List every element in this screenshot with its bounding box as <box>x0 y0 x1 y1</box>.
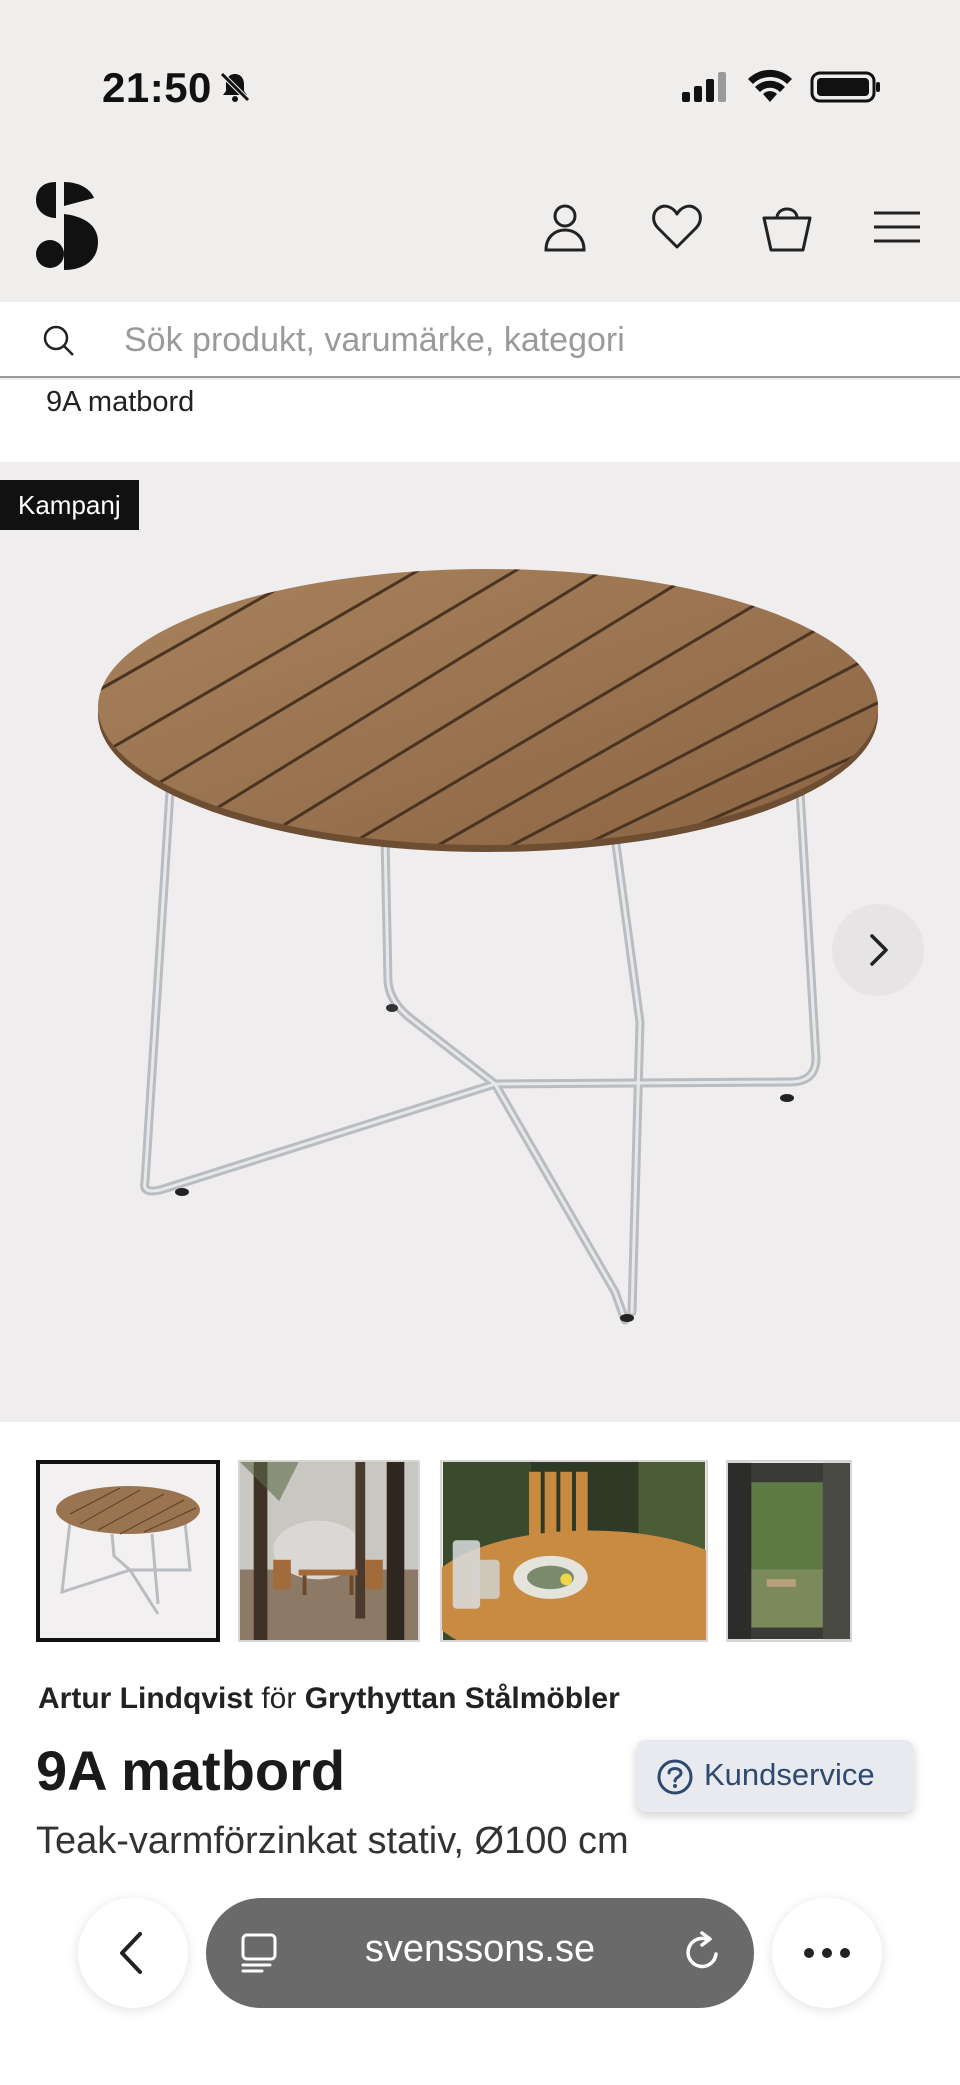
campaign-badge: Kampanj <box>0 480 139 530</box>
more-dots-icon <box>804 1948 850 1958</box>
thumbnail-2[interactable] <box>238 1460 420 1642</box>
silent-bell-icon <box>220 72 250 102</box>
svenssons-logo[interactable] <box>34 180 100 272</box>
product-image-gallery[interactable]: Kampanj <box>0 462 960 1422</box>
shopping-basket-icon[interactable] <box>760 200 814 254</box>
manufacturer-name[interactable]: Grythyttan Stålmöbler <box>305 1682 620 1715</box>
search-input[interactable] <box>124 314 924 366</box>
status-time: 21:50 <box>102 64 212 111</box>
product-image-table <box>98 569 878 1325</box>
status-bar: 21:50 <box>0 0 960 150</box>
product-subtitle: Teak-varmförzinkat stativ, Ø100 cm <box>36 1820 629 1862</box>
thumbnail-1[interactable] <box>36 1460 220 1642</box>
thumbnail-doorway-image <box>728 1462 850 1640</box>
site-header <box>0 150 960 302</box>
customer-service-button[interactable]: Kundservice <box>636 1740 914 1812</box>
breadcrumb-current: 9A matbord <box>46 386 195 418</box>
gallery-next-button[interactable] <box>832 904 924 996</box>
search-icon <box>43 325 74 356</box>
thumbnail-table-image <box>40 1464 216 1638</box>
product-info: Artur Lindqvist för Grythyttan Stålmöble… <box>0 1662 960 2085</box>
designer-for-word: för <box>261 1682 297 1715</box>
browser-more-button[interactable] <box>772 1898 882 2008</box>
reload-icon[interactable] <box>682 1930 724 1974</box>
wifi-icon <box>748 69 792 102</box>
question-circle-icon <box>657 1759 693 1795</box>
thumbnail-3[interactable] <box>440 1460 708 1642</box>
product-title: 9A matbord <box>36 1739 346 1802</box>
search-bar <box>0 302 960 378</box>
thumbnail-4[interactable] <box>726 1460 852 1642</box>
chevron-left-icon <box>120 1932 142 1974</box>
chevron-right-icon <box>870 934 888 966</box>
browser-url: svenssons.se <box>364 1928 596 1970</box>
cellular-signal-icon <box>682 72 726 102</box>
account-icon[interactable] <box>538 200 592 254</box>
designer-name[interactable]: Artur Lindqvist <box>38 1682 253 1715</box>
breadcrumb: 9A matbord <box>0 380 960 462</box>
browser-back-button[interactable] <box>78 1898 188 2008</box>
wishlist-heart-icon[interactable] <box>650 200 704 254</box>
customer-service-label: Kundservice <box>704 1757 875 1792</box>
battery-icon <box>810 71 880 103</box>
product-designer-line: Artur Lindqvist för Grythyttan Stålmöble… <box>38 1682 620 1716</box>
thumbnail-forest-scene-image <box>240 1462 418 1640</box>
menu-hamburger-icon[interactable] <box>870 200 924 254</box>
browser-address-bar[interactable]: svenssons.se <box>206 1898 754 2008</box>
thumbnail-table-setting-image <box>442 1462 706 1640</box>
thumbnail-strip <box>0 1422 960 1662</box>
